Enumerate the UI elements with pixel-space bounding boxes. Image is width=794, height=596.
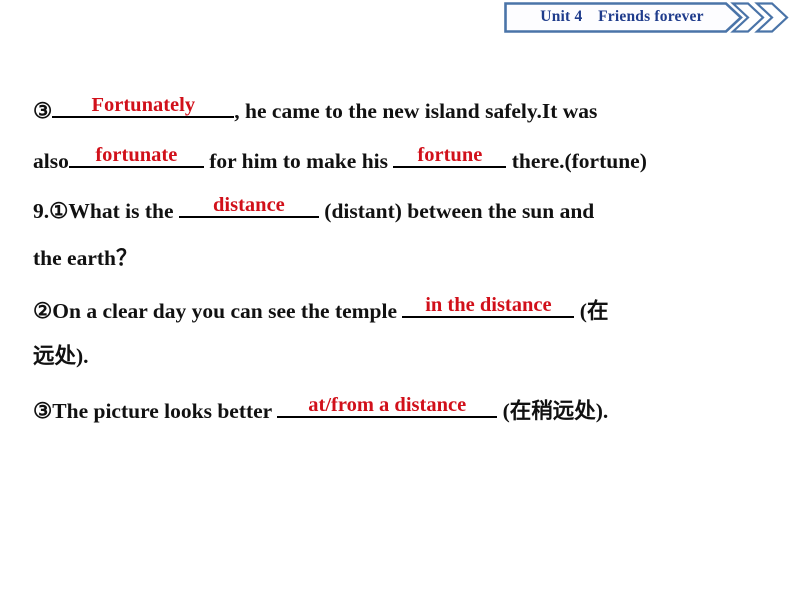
line-6: 远处). — [33, 344, 761, 368]
sentence-text: (distant) between the sun and — [318, 199, 595, 223]
slide-body: ③ Fortunately , he came to the new island … — [0, 40, 794, 596]
sentence-text: 9.①What is the — [33, 199, 179, 223]
answer-blank[interactable]: fortune — [393, 143, 507, 168]
answer-text: fortune — [417, 143, 483, 166]
sentence-text: (在 — [574, 299, 609, 323]
answer-blank[interactable]: Fortunately — [52, 93, 235, 118]
slide-header: Unit 4 Friends forever — [0, 0, 794, 40]
answer-blank[interactable]: fortunate — [68, 143, 204, 168]
answer-text: fortunate — [95, 143, 178, 166]
sentence-text: there.(fortune) — [506, 149, 647, 173]
line-3: 9.①What is the distance (distant) betwee… — [33, 193, 761, 223]
sentence-text: (在稍远处). — [497, 399, 609, 423]
sentence-text: ②On a clear day you can see the temple — [33, 299, 403, 323]
sentence-text: , he came to the new island safely.It wa… — [234, 99, 598, 123]
unit-title: Unit 4 Friends forever — [540, 8, 704, 25]
answer-blank[interactable]: in the distance — [402, 293, 575, 318]
line-1: ③ Fortunately , he came to the new island … — [33, 93, 761, 123]
answer-text: distance — [213, 193, 285, 216]
sentence-text: ③The picture looks better — [33, 399, 278, 423]
line-4: the earth？ — [33, 246, 761, 270]
answer-blank[interactable]: distance — [178, 193, 319, 218]
sentence-text: the earth？ — [33, 246, 138, 270]
answer-text: Fortunately — [91, 93, 196, 116]
line-7: ③The picture looks better at/from a dist… — [33, 393, 761, 423]
answer-text: at/from a distance — [308, 393, 467, 416]
answer-text: in the distance — [425, 293, 552, 316]
line-5: ②On a clear day you can see the temple i… — [33, 293, 761, 323]
sentence-text: also — [33, 149, 69, 173]
sentence-text: for him to make his — [203, 149, 394, 173]
line-2: also fortunate for him to make his fortun… — [33, 143, 761, 173]
answer-blank[interactable]: at/from a distance — [277, 393, 498, 418]
sentence-text: 远处). — [33, 344, 89, 368]
sentence-text: ③ — [33, 99, 53, 123]
